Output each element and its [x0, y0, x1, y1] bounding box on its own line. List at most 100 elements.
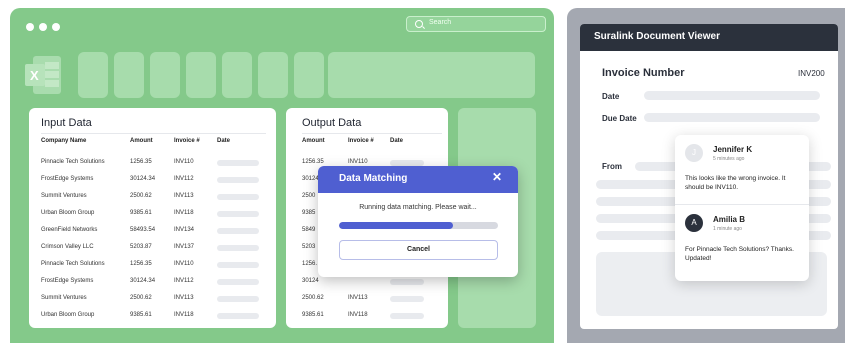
- amount-cell: 1256.35: [130, 261, 152, 267]
- amount-cell: 1256.: [302, 261, 318, 267]
- invoice-cell: INV113: [174, 193, 194, 199]
- column-header-company: Company Name: [41, 138, 87, 144]
- amount-cell: 30124: [302, 278, 319, 284]
- output-data-title: Output Data: [302, 117, 362, 129]
- ribbon-button[interactable]: [294, 52, 324, 98]
- invoice-cell: INV110: [174, 159, 194, 165]
- due-date-label: Due Date: [602, 114, 637, 123]
- comment-author: Amilia B: [713, 215, 746, 224]
- search-input[interactable]: Search: [406, 16, 546, 32]
- amount-cell: 5203.87: [130, 244, 152, 250]
- invoice-number-value: INV200: [798, 69, 825, 78]
- column-header-date: Date: [390, 138, 404, 144]
- due-date-field: [644, 113, 820, 122]
- amount-cell: 30124.34: [130, 176, 156, 182]
- column-header-invoice: Invoice #: [174, 138, 200, 144]
- ribbon-button[interactable]: [186, 52, 216, 98]
- invoice-cell: INV110: [348, 159, 368, 165]
- window-minimize-dot[interactable]: [39, 23, 47, 31]
- ribbon-wide-area: [328, 52, 535, 98]
- search-placeholder: Search: [429, 19, 452, 26]
- ribbon-button[interactable]: [114, 52, 144, 98]
- invoice-number-label: Invoice Number: [602, 67, 685, 79]
- invoice-cell: INV110: [174, 261, 194, 267]
- date-cell: [217, 262, 259, 268]
- date-field: [644, 91, 820, 100]
- excel-logo-icon: X: [23, 54, 63, 96]
- comment-text: For Pinnacle Tech Solutions? Thanks. Upd…: [685, 246, 794, 262]
- company-cell: Crimson Valley LLC: [41, 244, 94, 250]
- viewer-title: Suralink Document Viewer: [594, 31, 720, 42]
- amount-cell: 30124: [302, 176, 319, 182]
- company-cell: Pinnacle Tech Solutions: [41, 261, 105, 267]
- date-cell: [390, 296, 424, 302]
- dialog-message: Running data matching. Please wait...: [359, 204, 477, 211]
- comments-popover: J Jennifer K 5 minutes ago This looks li…: [675, 135, 809, 281]
- cancel-button[interactable]: Cancel: [339, 240, 498, 260]
- comment-time: 5 minutes ago: [713, 156, 745, 162]
- company-cell: Summit Ventures: [41, 193, 87, 199]
- amount-cell: 9385.61: [302, 312, 324, 318]
- date-cell: [217, 245, 259, 251]
- input-data-panel: Input Data Company Name Amount Invoice #…: [29, 108, 276, 328]
- date-label: Date: [602, 92, 620, 101]
- comment-author: Jennifer K: [713, 145, 753, 154]
- column-header-date: Date: [217, 138, 231, 144]
- date-cell: [217, 177, 259, 183]
- excel-logo-letter: X: [30, 68, 39, 83]
- date-cell: [217, 313, 259, 319]
- date-cell: [217, 228, 259, 234]
- from-label: From: [602, 162, 622, 171]
- ribbon-button[interactable]: [222, 52, 252, 98]
- company-cell: FrostEdge Systems: [41, 176, 94, 182]
- company-cell: Summit Ventures: [41, 295, 87, 301]
- amount-cell: 2500.62: [130, 295, 152, 301]
- comment-time: 1 minute ago: [713, 226, 742, 232]
- divider: [41, 133, 266, 134]
- avatar: J: [685, 144, 703, 162]
- search-icon: [415, 20, 423, 28]
- date-cell: [217, 160, 259, 166]
- amount-cell: 2500.62: [130, 193, 152, 199]
- ribbon-button[interactable]: [258, 52, 288, 98]
- amount-cell: 30124.34: [130, 278, 156, 284]
- amount-cell: 5203: [302, 244, 316, 250]
- amount-cell: 1256.35: [302, 159, 324, 165]
- amount-cell: 5849: [302, 227, 316, 233]
- column-header-amount: Amount: [302, 138, 325, 144]
- divider: [302, 133, 442, 134]
- ribbon-button[interactable]: [150, 52, 180, 98]
- date-cell: [390, 313, 424, 319]
- amount-cell: 9385.61: [130, 312, 152, 318]
- ribbon-button[interactable]: [78, 52, 108, 98]
- date-cell: [390, 279, 424, 285]
- column-header-invoice: Invoice #: [348, 138, 374, 144]
- amount-cell: 1256.35: [130, 159, 152, 165]
- invoice-cell: INV112: [174, 176, 194, 182]
- company-cell: FrostEdge Systems: [41, 278, 94, 284]
- invoice-cell: INV113: [174, 295, 194, 301]
- avatar: A: [685, 214, 703, 232]
- date-cell: [217, 194, 259, 200]
- invoice-cell: INV137: [174, 244, 195, 250]
- window-close-dot[interactable]: [26, 23, 34, 31]
- invoice-cell: INV118: [174, 210, 194, 216]
- amount-cell: 2500.62: [302, 295, 324, 301]
- dialog-title: Data Matching: [339, 173, 408, 184]
- close-icon[interactable]: ✕: [492, 170, 502, 184]
- window-maximize-dot[interactable]: [52, 23, 60, 31]
- data-matching-dialog: Data Matching ✕ Running data matching. P…: [318, 166, 518, 277]
- invoice-cell: INV113: [348, 295, 368, 301]
- company-cell: GreenField Networks: [41, 227, 98, 233]
- progress-bar-fill: [339, 222, 454, 229]
- date-cell: [217, 279, 259, 285]
- invoice-cell: INV112: [174, 278, 194, 284]
- divider: [675, 204, 809, 205]
- invoice-cell: INV118: [174, 312, 194, 318]
- column-header-amount: Amount: [130, 138, 153, 144]
- amount-cell: 9385.61: [130, 210, 152, 216]
- amount-cell: 2500: [302, 193, 316, 199]
- invoice-cell: INV134: [174, 227, 195, 233]
- invoice-cell: INV118: [348, 312, 368, 318]
- company-cell: Urban Bloom Group: [41, 312, 95, 318]
